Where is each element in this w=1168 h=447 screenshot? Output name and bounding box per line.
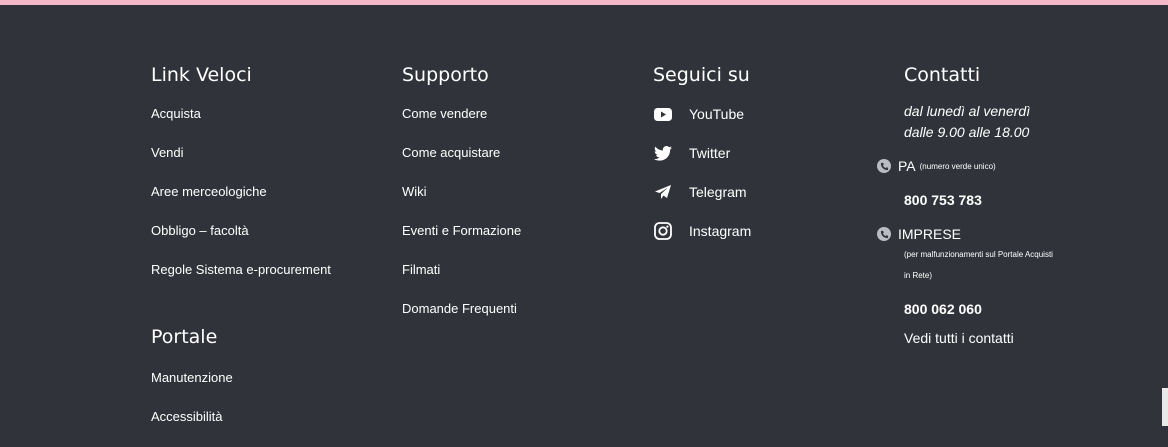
list-item: Accessibilità: [151, 408, 233, 447]
link-come-vendere[interactable]: Come vendere: [402, 106, 487, 121]
list-item: Domande Frequenti: [402, 300, 642, 339]
contatti-title: Contatti: [904, 64, 981, 86]
site-footer: Link Veloci Acquista Vendi Aree merceolo…: [0, 5, 1168, 439]
list-item: Manutenzione: [151, 369, 233, 408]
hours-time: dalle 9.00 alle 18.00: [904, 124, 1030, 140]
portale-list: Manutenzione Accessibilità: [151, 369, 233, 447]
youtube-label: YouTube: [689, 106, 745, 122]
youtube-icon: [653, 105, 673, 123]
link-acquista[interactable]: Acquista: [151, 106, 201, 121]
imprese-note: (per malfunzionamenti sul Portale Acquis…: [904, 250, 1053, 280]
contatti-section: Contatti dal lunedì al venerdì dalle 9.0…: [877, 61, 1144, 348]
social-item-twitter[interactable]: Twitter: [653, 144, 893, 183]
list-item: Filmati: [402, 261, 642, 300]
list-item: Obbligo – facoltà: [151, 222, 391, 261]
pa-contact-row: PA (numero verde unico): [877, 155, 1144, 177]
pa-label: PA: [898, 158, 916, 174]
instagram-icon: [653, 222, 673, 240]
phone-icon: [877, 227, 891, 241]
telegram-icon: [653, 183, 673, 201]
list-item: Vendi: [151, 144, 391, 183]
social-list: YouTube Twitter Telegram Instagram: [653, 105, 893, 261]
link-come-acquistare[interactable]: Come acquistare: [402, 145, 500, 160]
portale-title: Portale: [151, 326, 218, 348]
link-accessibilita[interactable]: Accessibilità: [151, 409, 223, 424]
imprese-phone-number[interactable]: 800 062 060: [904, 298, 1144, 320]
supporto-list: Come vendere Come acquistare Wiki Eventi…: [402, 105, 642, 339]
link-filmati[interactable]: Filmati: [402, 262, 440, 277]
social-item-instagram[interactable]: Instagram: [653, 222, 893, 261]
imprese-label: IMPRESE: [898, 226, 962, 242]
link-eventi-formazione[interactable]: Eventi e Formazione: [402, 223, 521, 238]
list-item: Come vendere: [402, 105, 642, 144]
twitter-label: Twitter: [689, 145, 731, 161]
seguici-section: Seguici su YouTube Twitter Telegram Inst…: [653, 61, 893, 261]
list-item: Eventi e Formazione: [402, 222, 642, 261]
link-aree-merceologiche[interactable]: Aree merceologiche: [151, 184, 267, 199]
link-veloci-section: Link Veloci Acquista Vendi Aree merceolo…: [151, 61, 391, 424]
social-item-telegram[interactable]: Telegram: [653, 183, 893, 222]
pa-note: (numero verde unico): [919, 161, 996, 171]
list-item: Come acquistare: [402, 144, 642, 183]
imprese-contact-row: IMPRESE: [877, 224, 1144, 244]
list-item: Aree merceologiche: [151, 183, 391, 222]
link-veloci-title: Link Veloci: [151, 64, 252, 86]
seguici-title: Seguici su: [653, 64, 750, 86]
social-item-youtube[interactable]: YouTube: [653, 105, 893, 144]
twitter-icon: [653, 144, 673, 162]
link-obbligo-facolta[interactable]: Obbligo – facoltà: [151, 223, 249, 238]
link-veloci-list: Acquista Vendi Aree merceologiche Obblig…: [151, 105, 391, 300]
link-vendi[interactable]: Vendi: [151, 145, 184, 160]
link-domande-frequenti[interactable]: Domande Frequenti: [402, 301, 517, 316]
supporto-title: Supporto: [402, 64, 489, 86]
all-contacts-link[interactable]: Vedi tutti i contatti: [904, 330, 1014, 346]
instagram-label: Instagram: [689, 223, 752, 239]
supporto-section: Supporto Come vendere Come acquistare Wi…: [402, 61, 642, 339]
pa-phone-number[interactable]: 800 753 783: [904, 189, 1144, 211]
link-regole-sistema[interactable]: Regole Sistema e-procurement: [151, 262, 331, 277]
list-item: Acquista: [151, 105, 391, 144]
hours-days: dal lunedì al venerdì: [904, 103, 1031, 119]
list-item: Regole Sistema e-procurement: [151, 261, 391, 300]
list-item: Wiki: [402, 183, 642, 222]
phone-icon: [877, 159, 891, 173]
scroll-to-top-tab[interactable]: [1162, 388, 1168, 426]
link-wiki[interactable]: Wiki: [402, 184, 427, 199]
link-manutenzione[interactable]: Manutenzione: [151, 370, 233, 385]
opening-hours: dal lunedì al venerdì dalle 9.00 alle 18…: [904, 101, 1144, 143]
telegram-label: Telegram: [689, 184, 747, 200]
